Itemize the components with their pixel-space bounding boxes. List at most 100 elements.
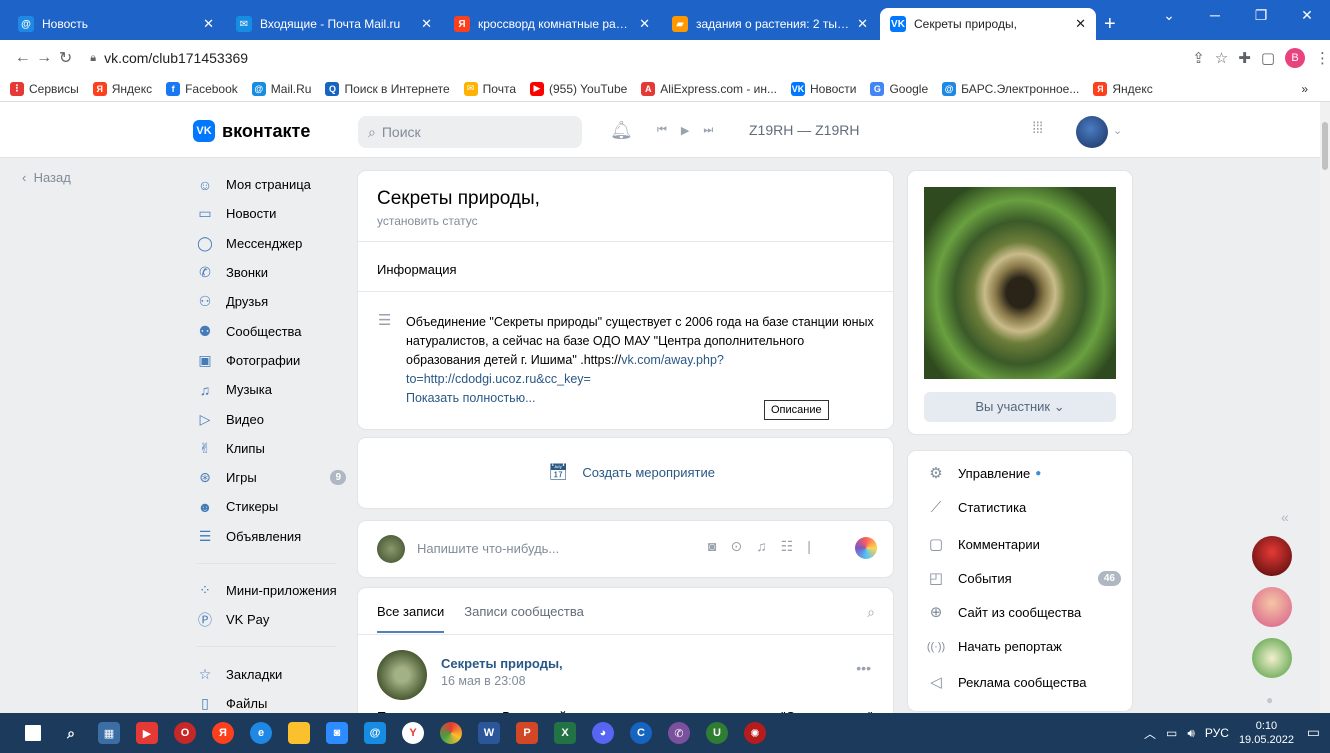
- bookmark-item[interactable]: ▶ (955) YouTube: [530, 81, 627, 96]
- color-picker-icon[interactable]: [855, 537, 877, 559]
- chrome-icon[interactable]: [432, 717, 470, 749]
- discord-icon[interactable]: ◕: [584, 717, 622, 749]
- forward-arrow-icon[interactable]: →: [33, 49, 54, 67]
- close-tab-icon[interactable]: ✕: [421, 16, 432, 32]
- c-app-icon[interactable]: C: [622, 717, 660, 749]
- new-tab-button[interactable]: +: [1104, 8, 1116, 40]
- excel-icon[interactable]: X: [546, 717, 584, 749]
- previous-track-icon[interactable]: ⏮: [657, 124, 667, 137]
- post-avatar[interactable]: [377, 650, 427, 700]
- profile-avatar[interactable]: B: [1285, 48, 1306, 68]
- game-app-icon[interactable]: ✺: [736, 717, 774, 749]
- close-tab-icon[interactable]: ✕: [857, 16, 868, 32]
- sidebar-item[interactable]: ▷ Видео: [196, 404, 346, 433]
- browser-tab[interactable]: ✉ Входящие - Почта Mail.ru ✕: [226, 8, 442, 40]
- restore-button[interactable]: ❐: [1238, 0, 1284, 30]
- post-author[interactable]: Секреты природы,: [441, 656, 563, 671]
- chat-bubble-icon[interactable]: ●: [1266, 693, 1273, 707]
- close-tab-icon[interactable]: ✕: [639, 16, 650, 32]
- more-bookmarks-icon[interactable]: »: [1301, 82, 1308, 96]
- post-date[interactable]: 16 мая в 23:08: [441, 674, 526, 688]
- notifications-bell-icon[interactable]: 🔔︎: [610, 120, 633, 141]
- tab-search-icon[interactable]: ⌄: [1146, 0, 1192, 30]
- u-app-icon[interactable]: U: [698, 717, 736, 749]
- close-tab-icon[interactable]: ✕: [203, 16, 214, 32]
- group-cover-image[interactable]: [924, 187, 1116, 379]
- bookmark-item[interactable]: @ БАРС.Электронное...: [942, 81, 1079, 96]
- sidebar-item[interactable]: ✌ Клипы: [196, 434, 346, 463]
- back-arrow-icon[interactable]: ←: [12, 49, 33, 67]
- share-icon[interactable]: ⇪: [1192, 49, 1205, 67]
- sidebar-item[interactable]: ☆ Закладки: [196, 659, 346, 688]
- bookmark-item[interactable]: VK Новости: [790, 81, 856, 96]
- clock[interactable]: 0:10 19.05.2022: [1239, 719, 1294, 747]
- zoom-icon[interactable]: ◙: [318, 717, 356, 749]
- next-track-icon[interactable]: ⏭: [703, 124, 713, 137]
- back-link[interactable]: ‹ Назад: [22, 170, 71, 185]
- opera-icon[interactable]: O: [166, 717, 204, 749]
- bookmark-item[interactable]: Я Яндекс: [92, 81, 152, 96]
- bookmark-star-icon[interactable]: ☆: [1215, 49, 1228, 67]
- mailru-agent-icon[interactable]: @: [356, 717, 394, 749]
- notification-center-icon[interactable]: ▭: [1307, 724, 1320, 741]
- sidebar-item[interactable]: ⚉ Сообщества: [196, 316, 346, 345]
- sidebar-item[interactable]: ▣ Фотографии: [196, 346, 346, 375]
- create-event-button[interactable]: 📅︎ Создать мероприятие: [548, 462, 715, 482]
- browser-tab[interactable]: @ Новость ✕: [8, 8, 224, 40]
- tab-community-posts[interactable]: Записи сообщества: [464, 604, 584, 633]
- start-windows-icon[interactable]: [14, 717, 52, 749]
- sidebar-item[interactable]: ☻ Стикеры: [196, 492, 346, 521]
- current-track[interactable]: Z19RH — Z19RH: [749, 122, 859, 138]
- post-input[interactable]: Напишите что-нибудь...: [417, 541, 559, 556]
- apps-grid-icon[interactable]: ⁞⁞⁞: [1032, 120, 1043, 138]
- chat-avatar[interactable]: [1252, 536, 1292, 576]
- menu-kebab-icon[interactable]: ⋮: [1315, 49, 1330, 67]
- bookmark-item[interactable]: G Google: [870, 81, 928, 96]
- sidebar-item[interactable]: ⊛ Игры 9: [196, 463, 346, 492]
- management-item[interactable]: ◰ События 46: [926, 569, 1121, 587]
- sidepanel-icon[interactable]: ▢: [1261, 49, 1275, 67]
- bookmark-item[interactable]: ⋮ Сервисы: [10, 81, 79, 96]
- tray-chevron-icon[interactable]: ︿: [1144, 725, 1156, 742]
- browser-tab[interactable]: VK Секреты природы, ✕: [880, 8, 1096, 40]
- yandex-icon[interactable]: Y: [394, 717, 432, 749]
- scrollbar-thumb[interactable]: [1322, 122, 1328, 170]
- vk-logo[interactable]: VK вконтакте: [193, 120, 310, 142]
- viber-icon[interactable]: ✆: [660, 717, 698, 749]
- management-item[interactable]: ◁ Реклама сообщества: [926, 673, 1121, 691]
- article-icon[interactable]: ☷: [781, 538, 794, 555]
- close-window-button[interactable]: ✕: [1284, 0, 1330, 30]
- search-icon[interactable]: ⌕: [867, 604, 875, 621]
- browser-tab[interactable]: Якроссворд комнатные расте ✕: [444, 8, 660, 40]
- management-item[interactable]: ⊕ Сайт из сообщества: [926, 603, 1121, 621]
- sidebar-item[interactable]: Ⓟ VK Pay: [196, 605, 346, 634]
- management-item[interactable]: ▢ Комментарии: [926, 535, 1121, 553]
- video-icon[interactable]: ⊙: [730, 538, 742, 555]
- sidebar-item[interactable]: ☰ Объявления: [196, 522, 346, 551]
- sidebar-item[interactable]: ◯ Мессенджер: [196, 229, 346, 258]
- language-indicator[interactable]: РУС: [1205, 726, 1229, 740]
- management-item[interactable]: ⟋ Статистика: [926, 499, 1121, 516]
- bookmark-item[interactable]: Q Поиск в Интернете: [325, 81, 450, 96]
- powerpoint-icon[interactable]: P: [508, 717, 546, 749]
- calculator-icon[interactable]: ▦: [90, 717, 128, 749]
- extensions-icon[interactable]: ✚: [1238, 49, 1251, 67]
- minimize-button[interactable]: ─: [1192, 0, 1238, 30]
- sidebar-item[interactable]: ⁘ Мини-приложения: [196, 576, 346, 605]
- more-options-icon[interactable]: •••: [856, 660, 871, 676]
- sidebar-item[interactable]: ✆ Звонки: [196, 258, 346, 287]
- edge-icon[interactable]: e: [242, 717, 280, 749]
- management-item[interactable]: ((·)) Начать репортаж: [926, 639, 1121, 654]
- url-field[interactable]: 🔒︎ vk.com/club171453369: [82, 44, 1192, 72]
- bookmark-item[interactable]: Я Яндекс: [1093, 81, 1153, 96]
- music-icon[interactable]: ♫: [756, 538, 767, 555]
- set-status-link[interactable]: установить статус: [377, 214, 478, 228]
- network-icon[interactable]: ▭: [1166, 726, 1177, 740]
- close-tab-icon[interactable]: ✕: [1075, 16, 1086, 32]
- sidebar-item[interactable]: ⚇ Друзья: [196, 287, 346, 316]
- sidebar-item[interactable]: ♫ Музыка: [196, 375, 346, 404]
- word-icon[interactable]: W: [470, 717, 508, 749]
- yandex-browser-icon[interactable]: Я: [204, 717, 242, 749]
- member-button[interactable]: Вы участник ⌄: [924, 392, 1116, 422]
- bookmark-item[interactable]: ✉ Почта: [463, 81, 516, 96]
